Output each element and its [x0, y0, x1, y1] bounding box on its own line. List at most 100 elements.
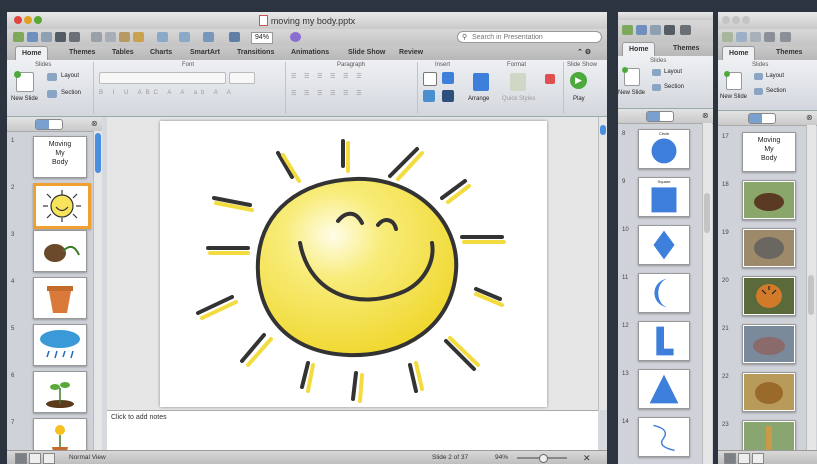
paragraph-buttons[interactable]: ☰ ☰ ☰ ☰ ☰ ☰ [291, 73, 365, 80]
slide-thumbnail[interactable] [33, 324, 87, 366]
scroll-thumb[interactable] [808, 275, 814, 315]
slide-show-button[interactable] [43, 453, 55, 464]
normal-view-button[interactable] [15, 453, 27, 464]
tab-slide-show[interactable]: Slide Show [348, 46, 385, 60]
copy-icon[interactable] [105, 32, 116, 42]
new-slide-icon[interactable] [14, 71, 34, 92]
new-slide-button[interactable]: New Slide [11, 96, 38, 102]
layout-button[interactable]: Layout [664, 69, 682, 75]
tab-animations[interactable]: Animations [291, 46, 329, 60]
new-slide-button[interactable]: New Slide [618, 90, 645, 96]
play-button[interactable]: Play [573, 96, 585, 102]
tab-home[interactable]: Home [622, 42, 656, 57]
slide-thumbnail[interactable] [33, 418, 87, 450]
new-slide-icon[interactable] [724, 71, 742, 90]
templates-icon[interactable] [736, 32, 747, 42]
layout-button[interactable]: Layout [61, 73, 79, 79]
thumbnail-scrollbar[interactable] [93, 131, 102, 450]
print-icon[interactable] [69, 32, 80, 42]
arrange-button[interactable]: Arrange [468, 96, 489, 102]
collapse-ribbon-icon[interactable]: ⌃ ⚙ [577, 46, 591, 60]
media-browser-icon[interactable] [229, 32, 240, 42]
thumbnail-scrollbar[interactable] [702, 123, 712, 464]
zoom-slider[interactable] [517, 454, 567, 463]
redo-icon[interactable] [179, 32, 190, 42]
new-slide-icon[interactable] [622, 67, 640, 86]
print-icon[interactable] [680, 25, 691, 35]
cut-icon[interactable] [91, 32, 102, 42]
pane-close-icon[interactable]: ⊗ [806, 113, 813, 122]
font-format-buttons[interactable]: B I U ABC A A ab A A [99, 90, 235, 96]
slide-thumbnail[interactable] [33, 371, 87, 413]
tab-tables[interactable]: Tables [112, 46, 134, 60]
scroll-thumb[interactable] [704, 193, 710, 233]
slide-scrollbar[interactable] [598, 117, 607, 410]
fit-icon[interactable]: ✕ [583, 451, 591, 464]
slide-thumbnail[interactable] [33, 183, 91, 229]
insert-picture-icon[interactable] [203, 32, 214, 42]
zoom-box[interactable]: 94% [251, 32, 274, 44]
slide-thumbnail[interactable] [742, 276, 796, 316]
play-icon[interactable]: ▶ [570, 72, 587, 89]
slide-thumbnail[interactable]: Circle [638, 129, 690, 169]
slide-thumbnail[interactable] [33, 230, 87, 272]
slide-thumbnail[interactable] [638, 273, 690, 313]
font-size-box[interactable] [229, 72, 255, 84]
section-button[interactable]: Section [61, 90, 81, 96]
view-toggle[interactable] [646, 111, 674, 122]
pane-close-icon[interactable]: ⊗ [91, 119, 98, 128]
slide-thumbnail[interactable] [638, 369, 690, 409]
slide-thumbnail[interactable] [638, 417, 690, 457]
slide-thumbnail[interactable] [33, 277, 87, 319]
fill-icon[interactable] [545, 74, 555, 84]
new-slide-button[interactable]: New Slide [720, 94, 747, 100]
tab-charts[interactable]: Charts [150, 46, 172, 60]
scroll-thumb[interactable] [95, 133, 101, 173]
slide-thumbnail[interactable] [742, 372, 796, 412]
save-icon[interactable] [764, 32, 775, 42]
tab-themes[interactable]: Themes [673, 42, 699, 56]
tab-themes[interactable]: Themes [69, 46, 95, 60]
slide-thumbnail[interactable] [638, 321, 690, 361]
picture-icon[interactable] [423, 90, 435, 102]
tab-transitions[interactable]: Transitions [237, 46, 274, 60]
view-toggle[interactable] [748, 113, 776, 124]
shape-icon[interactable] [442, 72, 454, 84]
tab-review[interactable]: Review [399, 46, 423, 60]
section-button[interactable]: Section [664, 84, 684, 90]
save-icon[interactable] [55, 32, 66, 42]
templates-icon[interactable] [636, 25, 647, 35]
slide-thumbnail[interactable]: Moving My Body [33, 136, 87, 178]
alignment-buttons[interactable]: ☰ ☰ ☰ ☰ ☰ ☰ [291, 90, 365, 97]
media-icon[interactable] [442, 90, 454, 102]
tab-home[interactable]: Home [722, 46, 756, 61]
text-box-icon[interactable] [423, 72, 437, 86]
slide-sorter-button[interactable] [29, 453, 41, 464]
normal-view-button[interactable] [724, 453, 736, 464]
undo-icon[interactable] [157, 32, 168, 42]
layout-button[interactable]: Layout [766, 73, 784, 79]
tab-themes[interactable]: Themes [776, 46, 802, 60]
close-button[interactable] [722, 16, 730, 24]
slide-thumbnail[interactable] [742, 228, 796, 268]
help-icon[interactable] [290, 32, 301, 42]
open-icon[interactable] [41, 32, 52, 42]
new-icon[interactable] [13, 32, 24, 42]
minimize-button[interactable] [732, 16, 740, 24]
slide-sorter-button[interactable] [738, 453, 750, 464]
new-icon[interactable] [622, 25, 633, 35]
new-icon[interactable] [722, 32, 733, 42]
font-name-box[interactable] [99, 72, 226, 84]
open-icon[interactable] [650, 25, 661, 35]
slide-thumbnail[interactable]: Moving My Body [742, 132, 796, 172]
thumbnail-scrollbar[interactable] [806, 125, 816, 450]
slide-thumbnail[interactable] [742, 420, 796, 450]
slide-thumbnail[interactable] [638, 225, 690, 265]
tab-smartart[interactable]: SmartArt [190, 46, 220, 60]
tab-home[interactable]: Home [15, 46, 49, 61]
view-toggle[interactable] [35, 119, 63, 130]
print-icon[interactable] [780, 32, 791, 42]
notes-field[interactable]: Click to add notes [107, 410, 598, 450]
quick-styles-button[interactable]: Quick Styles [502, 96, 535, 102]
zoom-button[interactable] [742, 16, 750, 24]
